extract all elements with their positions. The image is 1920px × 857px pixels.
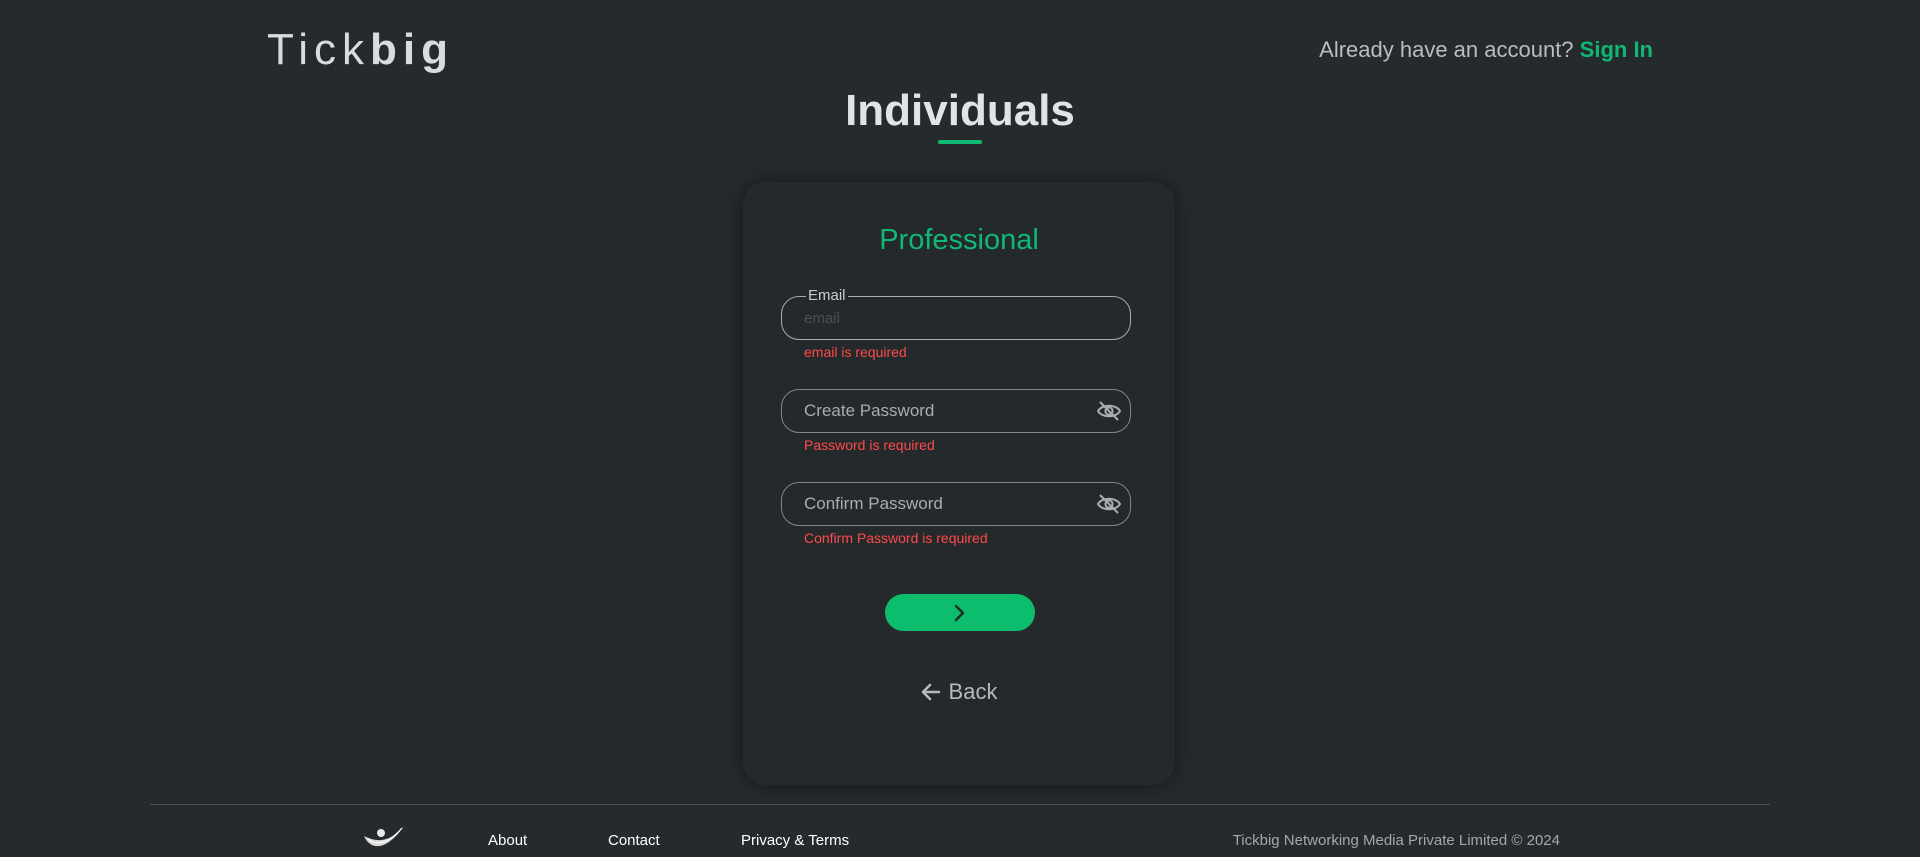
title-underline	[938, 140, 982, 144]
signin-link[interactable]: Sign In	[1580, 37, 1653, 62]
footer-contact-link[interactable]: Contact	[608, 832, 660, 850]
arrow-left-icon	[921, 683, 940, 701]
confirm-password-error: Confirm Password is required	[804, 530, 988, 546]
signin-prompt: Already have an account? Sign In	[1319, 36, 1653, 64]
logo-text-bold: big	[370, 25, 455, 74]
eye-off-icon[interactable]	[1096, 493, 1122, 515]
card-heading: Professional	[879, 224, 1039, 256]
eye-off-icon[interactable]	[1096, 400, 1122, 422]
signup-card: Professional Email email is required Pas…	[743, 182, 1175, 785]
account-prompt-text: Already have an account?	[1319, 37, 1574, 62]
chevron-right-icon	[954, 604, 965, 621]
email-error: email is required	[804, 344, 907, 360]
email-field: Email	[781, 288, 1131, 340]
back-label: Back	[948, 679, 998, 704]
footer-about-link[interactable]: About	[488, 832, 527, 850]
next-button[interactable]	[885, 594, 1035, 631]
footer-copyright: Tickbig Networking Media Private Limited…	[1232, 832, 1560, 849]
page-title: Individuals	[845, 86, 1075, 135]
footer-divider	[150, 804, 1770, 805]
footer-privacy-terms-link[interactable]: Privacy & Terms	[741, 832, 849, 850]
email-input[interactable]	[804, 297, 1084, 339]
create-password-input[interactable]	[804, 390, 1084, 432]
tickbig-footer-logo-icon[interactable]	[362, 824, 406, 854]
create-password-error: Password is required	[804, 437, 935, 453]
confirm-password-field	[781, 482, 1131, 526]
confirm-password-input[interactable]	[804, 483, 1084, 525]
create-password-field	[781, 389, 1131, 433]
back-button[interactable]: Back	[743, 678, 1175, 706]
signup-page: Tickbig Already have an account? Sign In…	[0, 0, 1920, 857]
logo-text-light: Tick	[267, 25, 371, 74]
tickbig-logo[interactable]: Tickbig	[267, 22, 454, 78]
